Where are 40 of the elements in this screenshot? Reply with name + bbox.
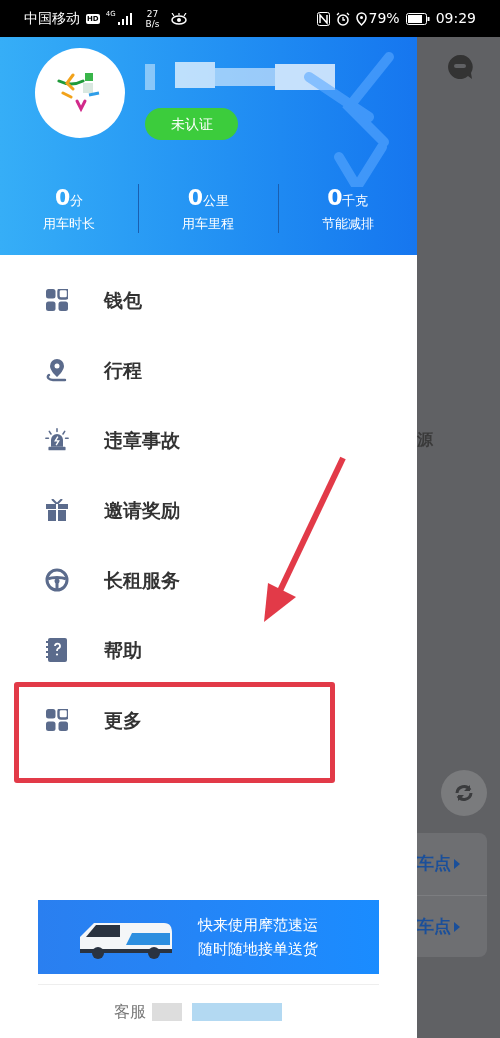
location-icon <box>355 11 367 26</box>
promo-banner[interactable]: 快来使用摩范速运 随时随地接单送货 <box>38 900 379 974</box>
steering-wheel-icon <box>45 568 69 592</box>
caret-icon <box>454 921 460 932</box>
stat-value: 0千克 <box>327 183 369 212</box>
battery-percent: 79% <box>368 9 400 28</box>
customer-service-label: 客服 <box>114 1000 146 1023</box>
refresh-button[interactable] <box>441 770 487 816</box>
menu-item[interactable]: 长租服务 <box>0 545 417 615</box>
siren-icon <box>45 427 69 453</box>
network-speed-unit: B/s <box>145 18 160 29</box>
signal-icon <box>117 12 132 25</box>
nfc-icon <box>316 11 330 26</box>
clock-time: 09:29 <box>435 9 476 28</box>
grid-icon <box>46 289 68 311</box>
stat-label: 用车里程 <box>182 214 235 233</box>
stat-value: 0公里 <box>187 183 230 212</box>
menu-item[interactable]: 违章事故 <box>0 405 417 475</box>
caret-icon <box>454 859 460 869</box>
eye-icon <box>171 12 188 25</box>
grid-icon <box>46 709 68 731</box>
menu-item[interactable]: 钱包 <box>0 265 417 335</box>
gift-icon <box>46 499 68 521</box>
banner-text: 随时随地接单送货 <box>198 939 318 959</box>
carrier-name: 中国移动 <box>24 9 80 28</box>
message-icon <box>447 54 473 80</box>
help-book-icon <box>46 638 68 662</box>
menu-item[interactable]: 行程 <box>0 335 417 405</box>
location-pin-icon <box>46 358 68 382</box>
stat-value: 0分 <box>55 183 84 212</box>
stat-label: 节能减排 <box>321 214 374 233</box>
menu-item[interactable]: 邀请奖励 <box>0 475 417 545</box>
alarm-clock-icon <box>335 11 350 26</box>
banner-text: 快来使用摩范速运 <box>198 915 318 935</box>
refresh-icon <box>453 782 475 804</box>
network-speed-value: 27 <box>146 8 159 19</box>
stat-label: 用车时长 <box>43 214 96 233</box>
menu-item[interactable]: 更多 <box>0 685 417 755</box>
battery-icon <box>405 12 430 25</box>
menu-item[interactable]: 帮助 <box>0 615 417 685</box>
